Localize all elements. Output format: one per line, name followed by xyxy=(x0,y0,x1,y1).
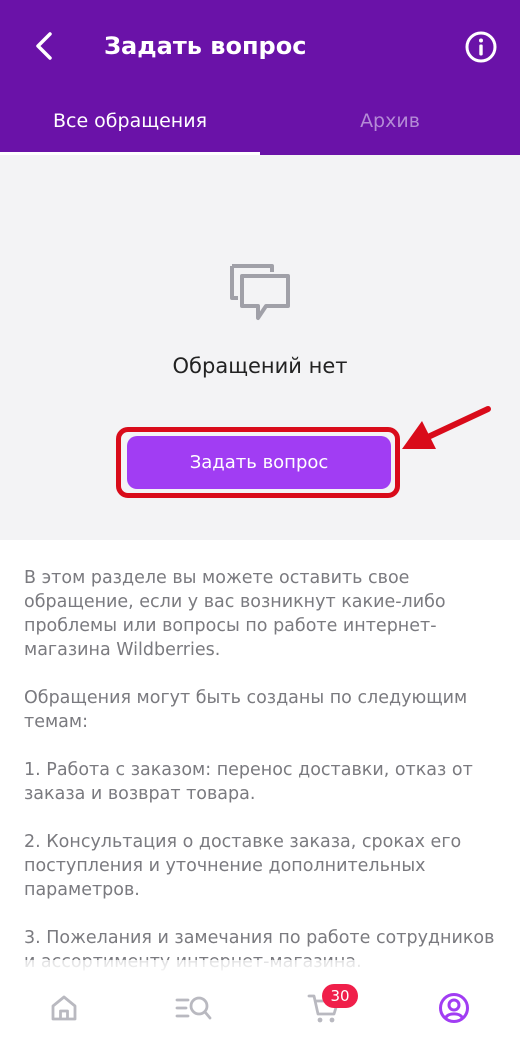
app-header: Задать вопрос Все обращения Архив xyxy=(0,0,520,155)
empty-state: Обращений нет Задать вопрос xyxy=(0,155,520,540)
annotation-arrow-icon xyxy=(402,406,491,449)
chat-bubbles-icon xyxy=(230,264,290,320)
tab-archive[interactable]: Архив xyxy=(260,88,520,155)
info-paragraph: Обращения могут быть созданы по следующи… xyxy=(24,688,468,732)
ask-question-button[interactable]: Задать вопрос xyxy=(127,436,391,489)
chevron-left-icon xyxy=(36,32,52,60)
home-icon xyxy=(51,995,77,1021)
tab-all-requests[interactable]: Все обращения xyxy=(0,88,260,155)
info-paragraph: 2. Консультация о доставке заказа, срока… xyxy=(24,832,462,900)
info-text: В этом разделе вы можете оставить свое о… xyxy=(24,566,500,971)
page-title: Задать вопрос xyxy=(104,32,307,60)
nav-catalog[interactable] xyxy=(174,988,214,1028)
info-button[interactable] xyxy=(463,29,499,65)
bottom-nav xyxy=(0,960,520,1041)
profile-icon xyxy=(439,993,469,1023)
catalog-search-icon xyxy=(175,996,212,1020)
cart-badge: 30 xyxy=(322,984,358,1008)
tab-bar: Все обращения Архив xyxy=(0,88,520,155)
nav-home[interactable] xyxy=(44,988,84,1028)
info-paragraph: 1. Работа с заказом: перенос доставки, о… xyxy=(24,760,473,804)
info-paragraph: В этом разделе вы можете оставить свое о… xyxy=(24,568,446,660)
back-button[interactable] xyxy=(24,24,64,68)
info-icon xyxy=(465,31,497,63)
nav-profile[interactable] xyxy=(434,988,474,1028)
empty-state-text: Обращений нет xyxy=(172,354,348,378)
